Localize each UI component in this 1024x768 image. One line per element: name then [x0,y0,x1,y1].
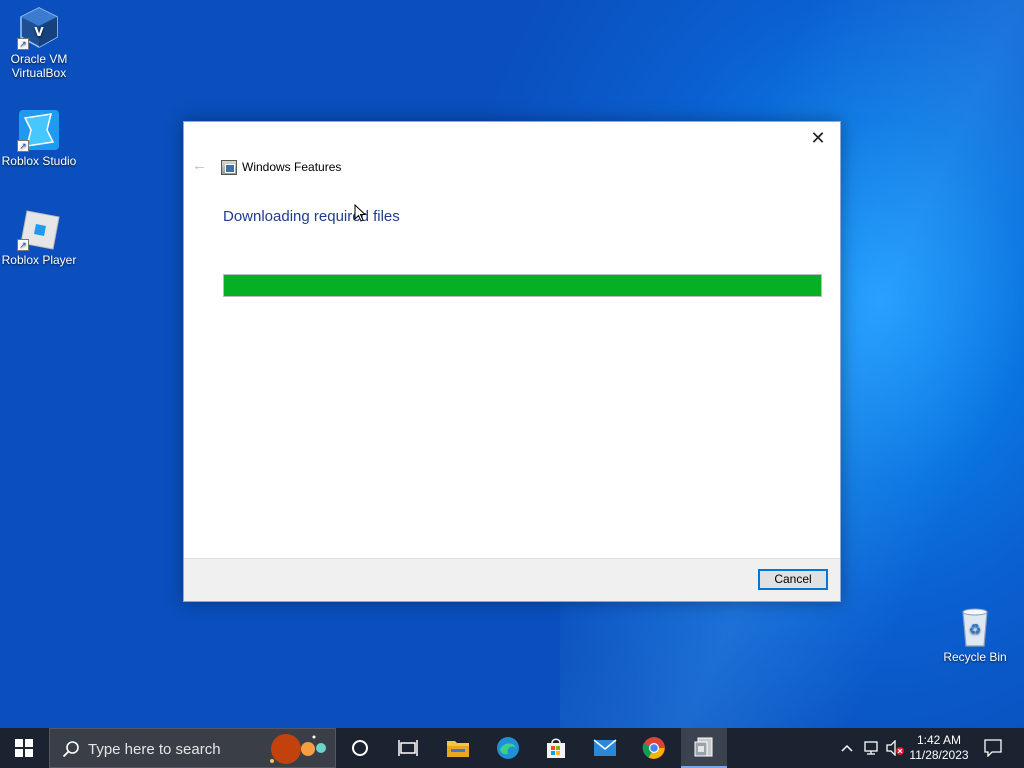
taskbar: Type here to search 1:42 AM 11/28/2023 [0,728,1024,768]
chevron-up-icon [841,744,853,752]
svg-text:V: V [34,25,44,39]
chrome-browser-icon [642,737,665,759]
folder-icon [447,741,469,757]
file-explorer-button[interactable] [438,728,478,768]
task-view-icon [398,740,418,756]
chrome-button[interactable] [634,728,674,768]
cortana-circle-icon [352,740,368,756]
show-hidden-icons-button[interactable] [836,728,858,768]
desktop-icon-recycle-bin[interactable]: ♻ Recycle Bin [936,604,1014,664]
desktop-icon-roblox-studio[interactable]: ↗ Roblox Studio [0,108,78,168]
notification-icon [984,739,1002,757]
task-view-button[interactable] [388,728,428,768]
shortcut-arrow-icon: ↗ [17,140,29,152]
start-button[interactable] [0,728,48,768]
windows-logo-icon [15,739,33,757]
clock-button[interactable]: 1:42 AM 11/28/2023 [906,728,972,768]
desktop-icon-virtualbox[interactable]: V ↗ Oracle VM VirtualBox [0,6,78,80]
edge-browser-icon [497,737,519,759]
dialog-title: Windows Features [242,160,342,174]
back-arrow-icon[interactable]: ← [192,158,208,174]
edge-button[interactable] [488,728,528,768]
search-icon [62,741,79,758]
desktop-icon-label: Recycle Bin [943,650,1007,664]
svg-text:♻: ♻ [969,622,982,638]
clock-time: 1:42 AM [916,733,962,747]
desktop-icon-label: Oracle VM VirtualBox [10,52,68,80]
desktop-icon-roblox-player[interactable]: ↗ Roblox Player [0,207,78,267]
mail-envelope-icon [593,739,617,756]
close-button[interactable]: ✕ [804,126,832,150]
taskbar-search-box[interactable]: Type here to search [49,728,336,768]
roblox-player-icon: ↗ [17,207,61,251]
virtualbox-icon: V ↗ [17,6,61,50]
desktop-icon-label: Roblox Player [1,253,77,267]
clock-date: 11/28/2023 [909,748,969,762]
search-highlight-planets-icon [270,734,326,764]
windows-features-app-icon [694,737,713,757]
roblox-studio-icon: ↗ [17,108,61,152]
mouse-cursor-icon [354,204,366,222]
microsoft-store-button[interactable] [536,728,576,768]
progress-fill [224,275,821,296]
network-status-button[interactable] [860,728,882,768]
network-icon [864,741,878,755]
desktop-icon-label: Roblox Studio [1,154,77,168]
download-progress-bar [223,274,822,297]
windows-features-dialog: ✕ ← Windows Features Downloading require… [183,121,841,602]
volume-button[interactable] [883,728,907,768]
windows-features-taskbar-button[interactable] [681,728,727,768]
search-placeholder: Type here to search [88,741,221,758]
shortcut-arrow-icon: ↗ [17,239,29,251]
cancel-button[interactable]: Cancel [758,569,828,590]
store-bag-icon [547,738,565,758]
shortcut-arrow-icon: ↗ [17,38,29,50]
notification-center-button[interactable] [978,728,1008,768]
dialog-footer: Cancel [184,558,840,601]
status-heading: Downloading required files [223,208,400,225]
recycle-bin-icon: ♻ [953,604,997,648]
mail-button[interactable] [585,728,625,768]
cortana-button[interactable] [340,728,380,768]
windows-features-icon [221,160,237,175]
volume-muted-icon [886,740,904,756]
